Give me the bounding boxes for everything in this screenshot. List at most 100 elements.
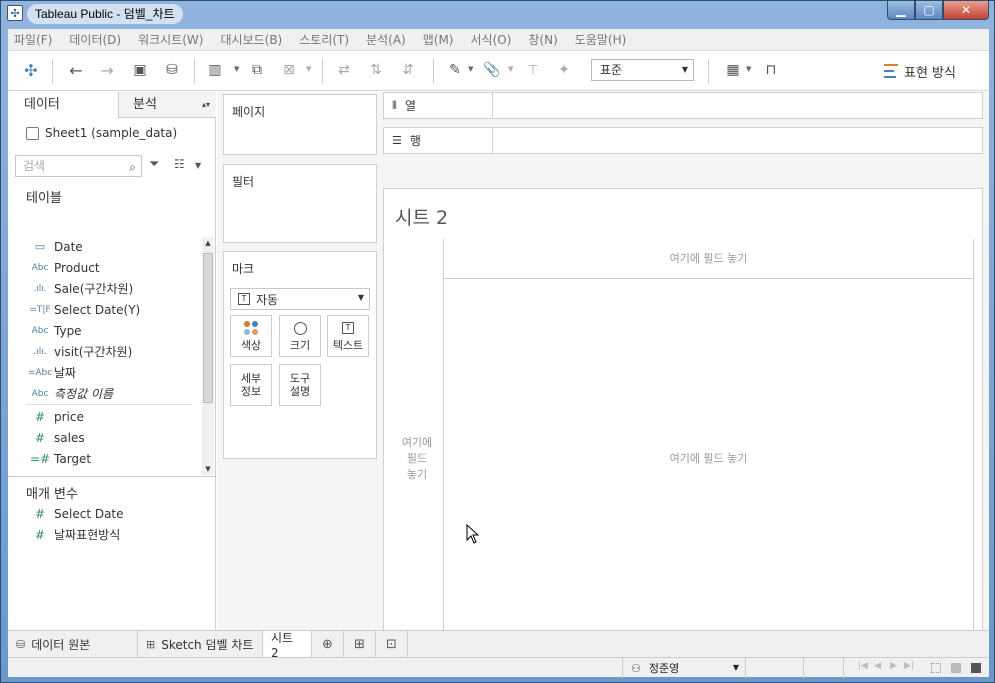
fields-scrollbar[interactable]: ▲ ▼ (202, 237, 214, 475)
menu-data[interactable]: 데이터(D) (69, 31, 121, 48)
view-list-icon[interactable]: ☷ (174, 157, 185, 171)
prev-sheet-icon[interactable]: ◀ (874, 661, 881, 671)
pages-card[interactable]: 페이지 (223, 94, 377, 155)
tab-data-source[interactable]: ⛁ 데이터 원본 (8, 631, 138, 658)
fix-axes-icon[interactable]: ✦ (553, 59, 575, 81)
new-story-tab-icon[interactable]: ⊡ (376, 631, 408, 658)
color-button[interactable]: 색상 (230, 315, 272, 357)
chevron-down-icon[interactable]: ▼ (234, 65, 239, 73)
detail-button[interactable]: 세부 정보 (230, 364, 272, 406)
size-button[interactable]: 크기 (279, 315, 321, 357)
bin-icon: .ılı. (33, 346, 47, 357)
save-icon[interactable]: ▣ (129, 59, 151, 81)
menu-worksheet[interactable]: 워크시트(W) (138, 31, 203, 48)
drop-zone-rows[interactable]: 여기에 필드 놓기 (392, 435, 442, 483)
tab-analysis[interactable]: 분석 ▴▾ (119, 92, 216, 117)
new-worksheet-icon[interactable]: ▥ (204, 59, 226, 81)
field-item[interactable]: =# Target (26, 448, 196, 469)
datasource-item[interactable]: Sheet1 (sample_data) (26, 124, 177, 142)
field-item[interactable]: # sales (26, 427, 196, 448)
highlight-icon[interactable]: ✎ (444, 59, 466, 81)
field-item[interactable]: Abc Product (26, 257, 196, 278)
tooltip-button[interactable]: 도구 설명 (279, 364, 321, 406)
user-icon: ⚇ (631, 661, 641, 675)
columns-shelf[interactable]: ⦀ 열 (383, 92, 983, 119)
next-sheet-icon[interactable]: ▶ (890, 661, 897, 671)
minimize-button[interactable]: ▁ (887, 1, 915, 20)
tabs-view-icon[interactable] (971, 663, 981, 673)
parameter-item[interactable]: # 날짜표현방식 (26, 524, 196, 545)
duplicate-sheet-icon[interactable]: ⧉ (246, 59, 268, 81)
field-name: Target (54, 451, 92, 466)
filters-card[interactable]: 필터 (223, 164, 377, 243)
scroll-up-icon[interactable]: ▲ (202, 237, 214, 249)
show-cards-icon[interactable]: ▦ (722, 59, 744, 81)
clear-sheet-icon[interactable]: ⊠ (278, 59, 300, 81)
sort-descending-icon[interactable]: ⇵ (397, 59, 419, 81)
show-me-button[interactable]: 표현 방식 (884, 61, 956, 81)
tab-sheet[interactable]: ⊞ Sketch 덤벨 차트 (138, 631, 263, 658)
menu-map[interactable]: 맵(M) (423, 31, 454, 48)
group-members-icon[interactable]: 📎 (481, 59, 503, 81)
menu-window[interactable]: 창(N) (528, 31, 557, 48)
user-menu[interactable]: ⚇ 정준영 ▼ (622, 658, 746, 678)
menu-help[interactable]: 도움말(H) (575, 31, 627, 48)
last-sheet-icon[interactable]: ▶| (904, 661, 914, 671)
tab-sheet-active[interactable]: 시트 2 (263, 631, 312, 660)
undo-icon[interactable]: ← (65, 59, 87, 81)
scroll-down-icon[interactable]: ▼ (202, 463, 214, 475)
swap-rows-columns-icon[interactable]: ⇄ (333, 59, 355, 81)
new-dashboard-tab-icon[interactable]: ⊞ (344, 631, 376, 658)
new-datasource-icon[interactable]: ⛁ (161, 59, 183, 81)
field-item[interactable]: .ılı. Sale(구간차원) (26, 278, 196, 299)
mark-type-select[interactable]: T 자동 ▼ (230, 288, 370, 310)
worksheet-icon: ⊞ (146, 638, 156, 651)
rows-shelf[interactable]: ☰ 행 (383, 127, 983, 154)
text-button[interactable]: T 텍스트 (327, 315, 369, 357)
rows-icon: ☰ (392, 134, 402, 147)
menu-story[interactable]: 스토리(T) (299, 31, 349, 48)
drop-zone-columns[interactable]: 여기에 필드 놓기 (444, 251, 973, 267)
worksheet-view[interactable]: 시트 2 여기에 필드 놓기 여기에 필드 놓기 여기에 필드 놓기 (383, 188, 983, 651)
filmstrip-icon[interactable] (951, 663, 961, 673)
tab-sheet-label: 시트 2 (271, 631, 294, 660)
sheet-sorter-icon[interactable] (931, 663, 941, 673)
menu-file[interactable]: 파일(F) (14, 31, 52, 48)
columns-shelf-label: ⦀ 열 (384, 93, 493, 118)
redo-icon[interactable]: → (96, 59, 118, 81)
chevron-down-icon[interactable]: ▼ (195, 161, 201, 170)
new-worksheet-tab-icon[interactable]: ⊕ (312, 631, 344, 658)
maximize-button[interactable]: ▢ (915, 1, 943, 20)
field-item[interactable]: ▭ Date (26, 236, 196, 257)
first-sheet-icon[interactable]: |◀ (858, 661, 868, 671)
menu-format[interactable]: 서식(O) (471, 31, 512, 48)
tableau-icon[interactable]: ✣ (20, 59, 42, 81)
chevron-down-icon: ▼ (681, 65, 688, 74)
show-mark-labels-icon[interactable]: ⊤ (522, 59, 544, 81)
chevron-down-icon[interactable]: ▼ (508, 65, 513, 73)
field-item[interactable]: =Abc 날짜 (26, 362, 196, 383)
field-item[interactable]: # price (26, 406, 196, 427)
presentation-mode-icon[interactable]: ⊓ (760, 59, 782, 81)
parameter-item[interactable]: # Select Date (26, 503, 196, 524)
divider (443, 239, 444, 641)
database-icon: ⛁ (16, 638, 26, 651)
chevron-down-icon[interactable]: ▼ (306, 65, 311, 73)
menu-analysis[interactable]: 분석(A) (366, 31, 406, 48)
field-item[interactable]: Abc Type (26, 320, 196, 341)
chevron-down-icon[interactable]: ▼ (746, 65, 751, 73)
filter-icon[interactable]: ⏷ (149, 157, 159, 172)
sheet-title[interactable]: 시트 2 (395, 203, 448, 230)
field-item[interactable]: Abc 측정값 이름 (26, 383, 196, 404)
fit-select[interactable]: 표준 ▼ (591, 59, 694, 81)
field-item[interactable]: .ılı. visit(구간차원) (26, 341, 196, 362)
menu-dashboard[interactable]: 대시보드(B) (220, 31, 282, 48)
tab-data[interactable]: 데이터 (8, 92, 119, 118)
search-input[interactable]: 검색 ⌕ (15, 155, 142, 177)
close-button[interactable]: ✕ (943, 1, 989, 20)
chevron-down-icon[interactable]: ▼ (468, 65, 473, 73)
drop-zone-center[interactable]: 여기에 필드 놓기 (444, 451, 973, 467)
field-item[interactable]: =T|F Select Date(Y) (26, 299, 196, 320)
scroll-thumb[interactable] (203, 253, 213, 403)
sort-ascending-icon[interactable]: ⇅ (365, 59, 387, 81)
